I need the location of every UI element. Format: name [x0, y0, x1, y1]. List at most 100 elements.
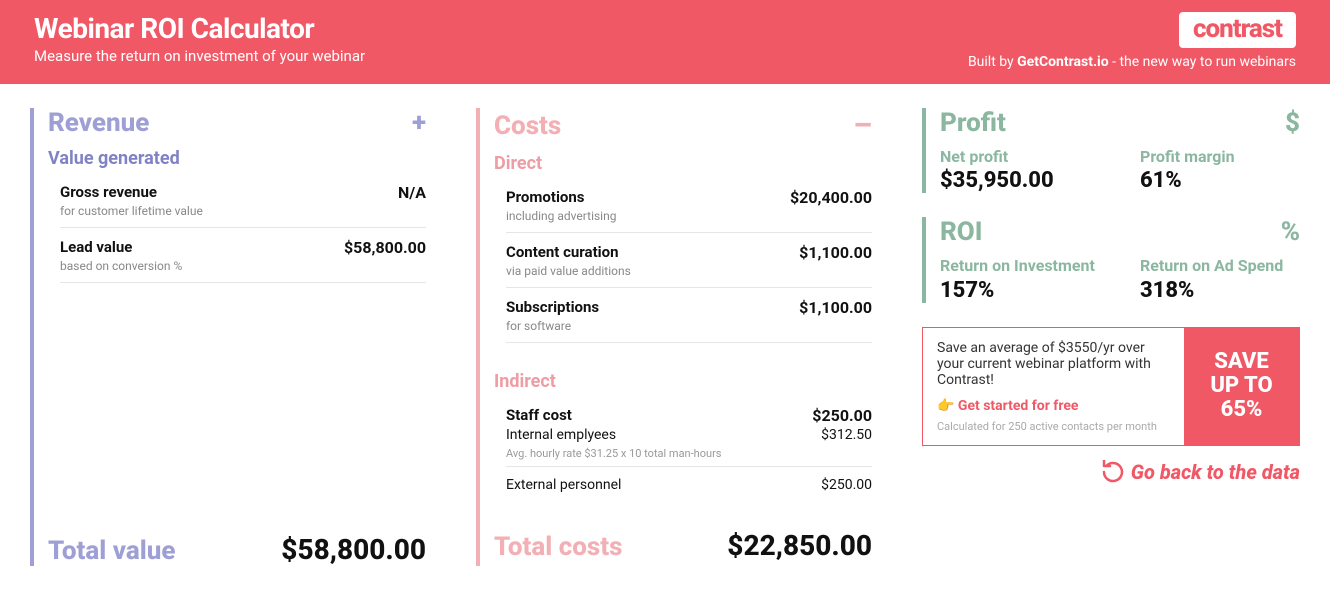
costs-total-value: $22,850.00 [727, 529, 872, 562]
costs-panel-head: Costs – [494, 108, 872, 143]
revenue-item: Gross revenue for customer lifetime valu… [60, 173, 426, 228]
dollar-icon: $ [1285, 108, 1300, 138]
internal-label: Internal emplyees [506, 427, 616, 443]
page-subtitle: Measure the return on investment of your… [34, 47, 365, 65]
minus-icon: – [853, 108, 872, 143]
revenue-total-label: Total value [48, 536, 175, 566]
costs-panel: Costs – Direct Promotions including adve… [476, 108, 872, 566]
cost-item: Promotions including advertising $20,400… [506, 178, 872, 233]
logo: contrast [1179, 12, 1296, 48]
line-label: Content curation via paid value addition… [506, 243, 631, 279]
byline: Built by GetContrast.io - the new way to… [968, 54, 1296, 70]
line-title: Lead value [60, 238, 182, 256]
percent-icon: % [1281, 217, 1300, 247]
revenue-title: Revenue [48, 108, 149, 138]
revenue-total-value: $58,800.00 [281, 533, 426, 566]
line-title: Promotions [506, 188, 616, 206]
staff-cost-row: Staff cost $250.00 [506, 396, 872, 425]
cost-item: Content curation via paid value addition… [506, 233, 872, 288]
costs-title: Costs [494, 111, 561, 141]
byline-brand: GetContrast.io [1017, 54, 1108, 70]
promo-card: Save an average of $3550/yr over your cu… [922, 327, 1300, 446]
metric-value: 157% [940, 278, 1100, 303]
metric-value: 61% [1140, 168, 1300, 193]
revenue-panel: Revenue + Value generated Gross revenue … [30, 108, 426, 566]
line-value: $250.00 [812, 406, 872, 425]
promo-badge-text: SAVE UP TO 65% [1198, 350, 1285, 423]
line-label: Lead value based on conversion % [60, 238, 182, 274]
line-sub: based on conversion % [60, 259, 182, 273]
line-value: N/A [398, 183, 426, 202]
byline-prefix: Built by [968, 54, 1017, 70]
line-sub: for software [506, 319, 571, 333]
metric-label: Return on Ad Spend [1140, 257, 1300, 275]
line-label: Staff cost [506, 406, 572, 424]
line-sub: including advertising [506, 209, 616, 223]
profit-metrics: Net profit $35,950.00 Profit margin 61% [940, 148, 1300, 193]
roas-metric: Return on Ad Spend 318% [1140, 257, 1300, 302]
indirect-subhead: Indirect [494, 371, 872, 392]
internal-value: $312.50 [821, 427, 872, 443]
line-value: $1,100.00 [799, 298, 872, 317]
go-back-text: Go back to the data [1131, 460, 1300, 484]
net-profit-metric: Net profit $35,950.00 [940, 148, 1100, 193]
go-back-link[interactable]: Go back to the data [922, 460, 1300, 484]
external-label: External personnel [506, 477, 621, 493]
line-label: Subscriptions for software [506, 298, 599, 334]
promo-text: Save an average of $3550/yr over your cu… [937, 340, 1170, 388]
page-title: Webinar ROI Calculator [34, 12, 365, 45]
profit-title: Profit [940, 108, 1006, 138]
cost-item: Subscriptions for software $1,100.00 [506, 288, 872, 343]
roi-panel-head: ROI % [940, 217, 1300, 247]
internal-note: Avg. hourly rate $31.25 x 10 total man-h… [506, 447, 872, 460]
external-row: External personnel $250.00 [506, 467, 872, 501]
line-label: Promotions including advertising [506, 188, 616, 224]
revenue-total-row: Total value $58,800.00 [48, 533, 426, 566]
line-title: Staff cost [506, 406, 572, 424]
promo-fineprint: Calculated for 250 active contacts per m… [937, 420, 1170, 433]
line-value: $20,400.00 [790, 188, 872, 207]
header-left: Webinar ROI Calculator Measure the retur… [34, 12, 365, 65]
roi-title: ROI [940, 217, 982, 247]
metric-label: Profit margin [1140, 148, 1300, 166]
main: Revenue + Value generated Gross revenue … [0, 84, 1330, 576]
external-value: $250.00 [821, 477, 872, 493]
roi-metric: Return on Investment 157% [940, 257, 1100, 302]
line-sub: via paid value additions [506, 264, 631, 278]
profit-margin-metric: Profit margin 61% [1140, 148, 1300, 193]
promo-cta-link[interactable]: 👉 Get started for free [937, 398, 1170, 414]
undo-icon [1101, 460, 1125, 484]
roi-panel: ROI % Return on Investment 157% Return o… [922, 217, 1300, 302]
header-right: contrast Built by GetContrast.io - the n… [968, 12, 1296, 70]
revenue-item: Lead value based on conversion % $58,800… [60, 228, 426, 283]
internal-row: Internal emplyees $312.50 [506, 425, 872, 443]
metric-value: $35,950.00 [940, 168, 1100, 193]
line-title: Subscriptions [506, 298, 599, 316]
roi-metrics: Return on Investment 157% Return on Ad S… [940, 257, 1300, 302]
metric-value: 318% [1140, 278, 1300, 303]
promo-cta-text: Get started for free [958, 398, 1079, 414]
plus-icon: + [412, 108, 426, 138]
point-right-icon: 👉 [937, 398, 954, 414]
direct-subhead: Direct [494, 153, 872, 174]
line-value: $58,800.00 [344, 238, 426, 257]
promo-left: Save an average of $3550/yr over your cu… [923, 328, 1184, 445]
revenue-subhead: Value generated [48, 148, 426, 169]
right-panel: Profit $ Net profit $35,950.00 Profit ma… [922, 108, 1300, 566]
profit-panel-head: Profit $ [940, 108, 1300, 138]
header: Webinar ROI Calculator Measure the retur… [0, 0, 1330, 84]
byline-suffix: - the new way to run webinars [1109, 54, 1296, 70]
profit-panel: Profit $ Net profit $35,950.00 Profit ma… [922, 108, 1300, 193]
metric-label: Net profit [940, 148, 1100, 166]
line-title: Content curation [506, 243, 631, 261]
costs-total-label: Total costs [494, 532, 622, 562]
line-label: Gross revenue for customer lifetime valu… [60, 183, 203, 219]
metric-label: Return on Investment [940, 257, 1100, 275]
line-title: Gross revenue [60, 183, 203, 201]
line-value: $1,100.00 [799, 243, 872, 262]
indirect-block: Indirect Staff cost $250.00 Internal emp… [494, 371, 872, 501]
promo-badge: SAVE UP TO 65% [1184, 328, 1299, 445]
costs-total-row: Total costs $22,850.00 [494, 529, 872, 562]
line-sub: for customer lifetime value [60, 204, 203, 218]
revenue-panel-head: Revenue + [48, 108, 426, 138]
